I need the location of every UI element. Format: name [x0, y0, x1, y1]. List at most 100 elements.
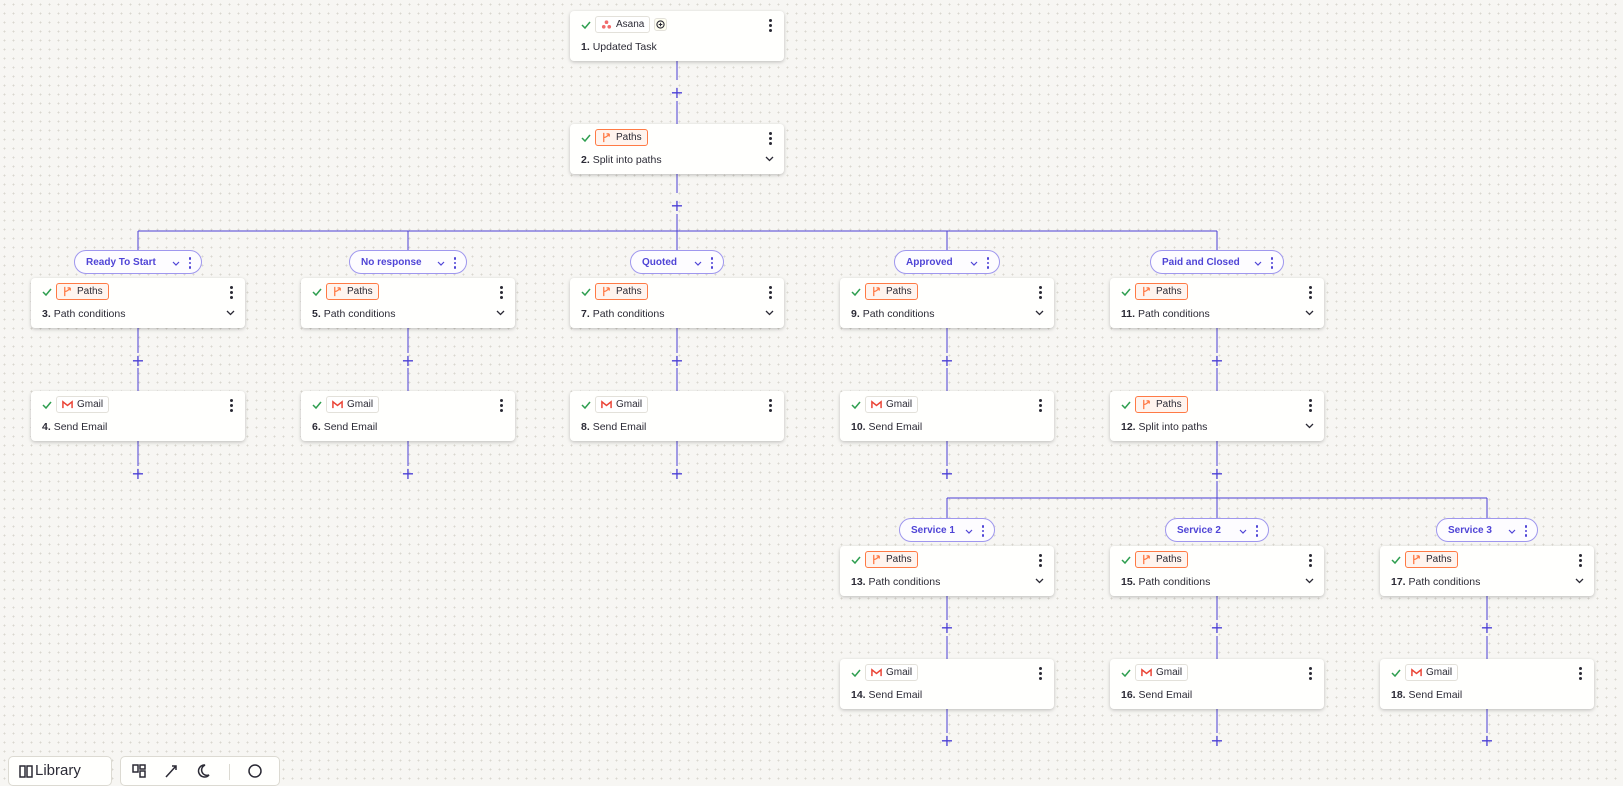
add-step-button[interactable]: +	[1210, 620, 1224, 636]
chevron-down-icon[interactable]	[496, 310, 505, 316]
kebab-icon[interactable]	[765, 130, 775, 146]
kebab-icon[interactable]	[709, 256, 715, 270]
chevron-down-icon[interactable]	[172, 261, 180, 266]
path-pill[interactable]: Ready To Start	[74, 250, 202, 274]
app-badge: Paths	[595, 129, 648, 146]
path-pill[interactable]: Service 1	[899, 518, 995, 542]
add-step-button[interactable]: +	[1210, 733, 1224, 749]
step-number: 5.	[312, 308, 321, 320]
step-card[interactable]: Gmail 14. Send Email	[840, 659, 1054, 709]
chevron-down-icon[interactable]	[1035, 578, 1044, 584]
zoom-icon[interactable]	[247, 763, 263, 779]
step-card[interactable]: Paths 9. Path conditions	[840, 278, 1054, 328]
gmail-icon	[871, 668, 882, 677]
path-pill[interactable]: Quoted	[630, 250, 724, 274]
chevron-down-icon[interactable]	[1305, 578, 1314, 584]
add-step-button[interactable]: +	[1480, 733, 1494, 749]
library-button[interactable]: Library	[8, 756, 112, 786]
add-step-button[interactable]: +	[670, 353, 684, 369]
add-step-button[interactable]: +	[670, 85, 684, 101]
chevron-down-icon[interactable]	[965, 529, 973, 534]
path-pill[interactable]: Service 2	[1165, 518, 1269, 542]
add-step-button[interactable]: +	[940, 466, 954, 482]
chevron-down-icon[interactable]	[765, 156, 774, 162]
step-card[interactable]: Paths 12. Split into paths	[1110, 391, 1324, 441]
kebab-icon[interactable]	[1523, 524, 1529, 538]
kebab-icon[interactable]	[1575, 552, 1585, 568]
chevron-down-icon[interactable]	[1508, 529, 1516, 534]
step-card[interactable]: Gmail 6. Send Email	[301, 391, 515, 441]
add-step-button[interactable]: +	[1210, 466, 1224, 482]
chevron-down-icon[interactable]	[226, 310, 235, 316]
kebab-icon[interactable]	[452, 256, 458, 270]
kebab-icon[interactable]	[1305, 284, 1315, 300]
add-step-button[interactable]: +	[131, 466, 145, 482]
add-step-button[interactable]: +	[401, 353, 415, 369]
chevron-down-icon[interactable]	[1305, 423, 1314, 429]
kebab-icon[interactable]	[765, 397, 775, 413]
kebab-icon[interactable]	[496, 397, 506, 413]
kebab-icon[interactable]	[765, 284, 775, 300]
chevron-down-icon[interactable]	[970, 261, 978, 266]
add-step-button[interactable]: +	[670, 198, 684, 214]
kebab-icon[interactable]	[187, 256, 193, 270]
add-step-button[interactable]: +	[940, 733, 954, 749]
kebab-icon[interactable]	[1035, 397, 1045, 413]
path-pill[interactable]: Paid and Closed	[1150, 250, 1284, 274]
add-circle-icon[interactable]	[654, 18, 667, 31]
kebab-icon[interactable]	[226, 284, 236, 300]
step-card[interactable]: Paths 7. Path conditions	[570, 278, 784, 328]
trigger-step-card[interactable]: Asana 1. Updated Task	[570, 11, 784, 61]
kebab-icon[interactable]	[1305, 665, 1315, 681]
step-card[interactable]: Gmail 8. Send Email	[570, 391, 784, 441]
chevron-down-icon[interactable]	[694, 261, 702, 266]
paths-icon	[64, 286, 71, 297]
kebab-icon[interactable]	[1305, 397, 1315, 413]
add-step-button[interactable]: +	[670, 466, 684, 482]
kebab-icon[interactable]	[985, 256, 991, 270]
kebab-icon[interactable]	[226, 397, 236, 413]
path-pill[interactable]: Approved	[894, 250, 1000, 274]
chevron-down-icon[interactable]	[765, 310, 774, 316]
step-card[interactable]: Paths 13. Path conditions	[840, 546, 1054, 596]
chevron-down-icon[interactable]	[1239, 529, 1247, 534]
kebab-icon[interactable]	[1035, 552, 1045, 568]
step-card[interactable]: Paths 3. Path conditions	[31, 278, 245, 328]
step-card[interactable]: Gmail 4. Send Email	[31, 391, 245, 441]
step-card[interactable]: Paths 5. Path conditions	[301, 278, 515, 328]
kebab-icon[interactable]	[1035, 665, 1045, 681]
kebab-icon[interactable]	[496, 284, 506, 300]
theme-icon[interactable]	[195, 763, 211, 779]
kebab-icon[interactable]	[1254, 524, 1260, 538]
step-card[interactable]: Paths 15. Path conditions	[1110, 546, 1324, 596]
step-card[interactable]: Paths 17. Path conditions	[1380, 546, 1594, 596]
pen-icon[interactable]	[163, 763, 179, 779]
chevron-down-icon[interactable]	[1254, 261, 1262, 266]
chevron-down-icon[interactable]	[1575, 578, 1584, 584]
add-step-button[interactable]: +	[131, 353, 145, 369]
add-step-button[interactable]: +	[1480, 620, 1494, 636]
workflow-canvas[interactable]: Asana 1. Updated Task + Paths 2. Split into …	[0, 0, 1623, 772]
kebab-icon[interactable]	[765, 17, 775, 33]
add-step-button[interactable]: +	[940, 620, 954, 636]
path-pill[interactable]: Service 3	[1436, 518, 1538, 542]
step-card[interactable]: Gmail 18. Send Email	[1380, 659, 1594, 709]
kebab-icon[interactable]	[1035, 284, 1045, 300]
kebab-icon[interactable]	[980, 524, 986, 538]
check-icon	[1121, 556, 1131, 565]
step-card[interactable]: Gmail 16. Send Email	[1110, 659, 1324, 709]
step-card[interactable]: Paths 11. Path conditions	[1110, 278, 1324, 328]
add-step-button[interactable]: +	[401, 466, 415, 482]
kebab-icon[interactable]	[1269, 256, 1275, 270]
layout-icon[interactable]	[131, 763, 147, 779]
step-card[interactable]: Gmail 10. Send Email	[840, 391, 1054, 441]
chevron-down-icon[interactable]	[437, 261, 445, 266]
path-pill[interactable]: No response	[349, 250, 467, 274]
chevron-down-icon[interactable]	[1035, 310, 1044, 316]
kebab-icon[interactable]	[1575, 665, 1585, 681]
kebab-icon[interactable]	[1305, 552, 1315, 568]
add-step-button[interactable]: +	[940, 353, 954, 369]
add-step-button[interactable]: +	[1210, 353, 1224, 369]
chevron-down-icon[interactable]	[1305, 310, 1314, 316]
split-step-card[interactable]: Paths 2. Split into paths	[570, 124, 784, 174]
